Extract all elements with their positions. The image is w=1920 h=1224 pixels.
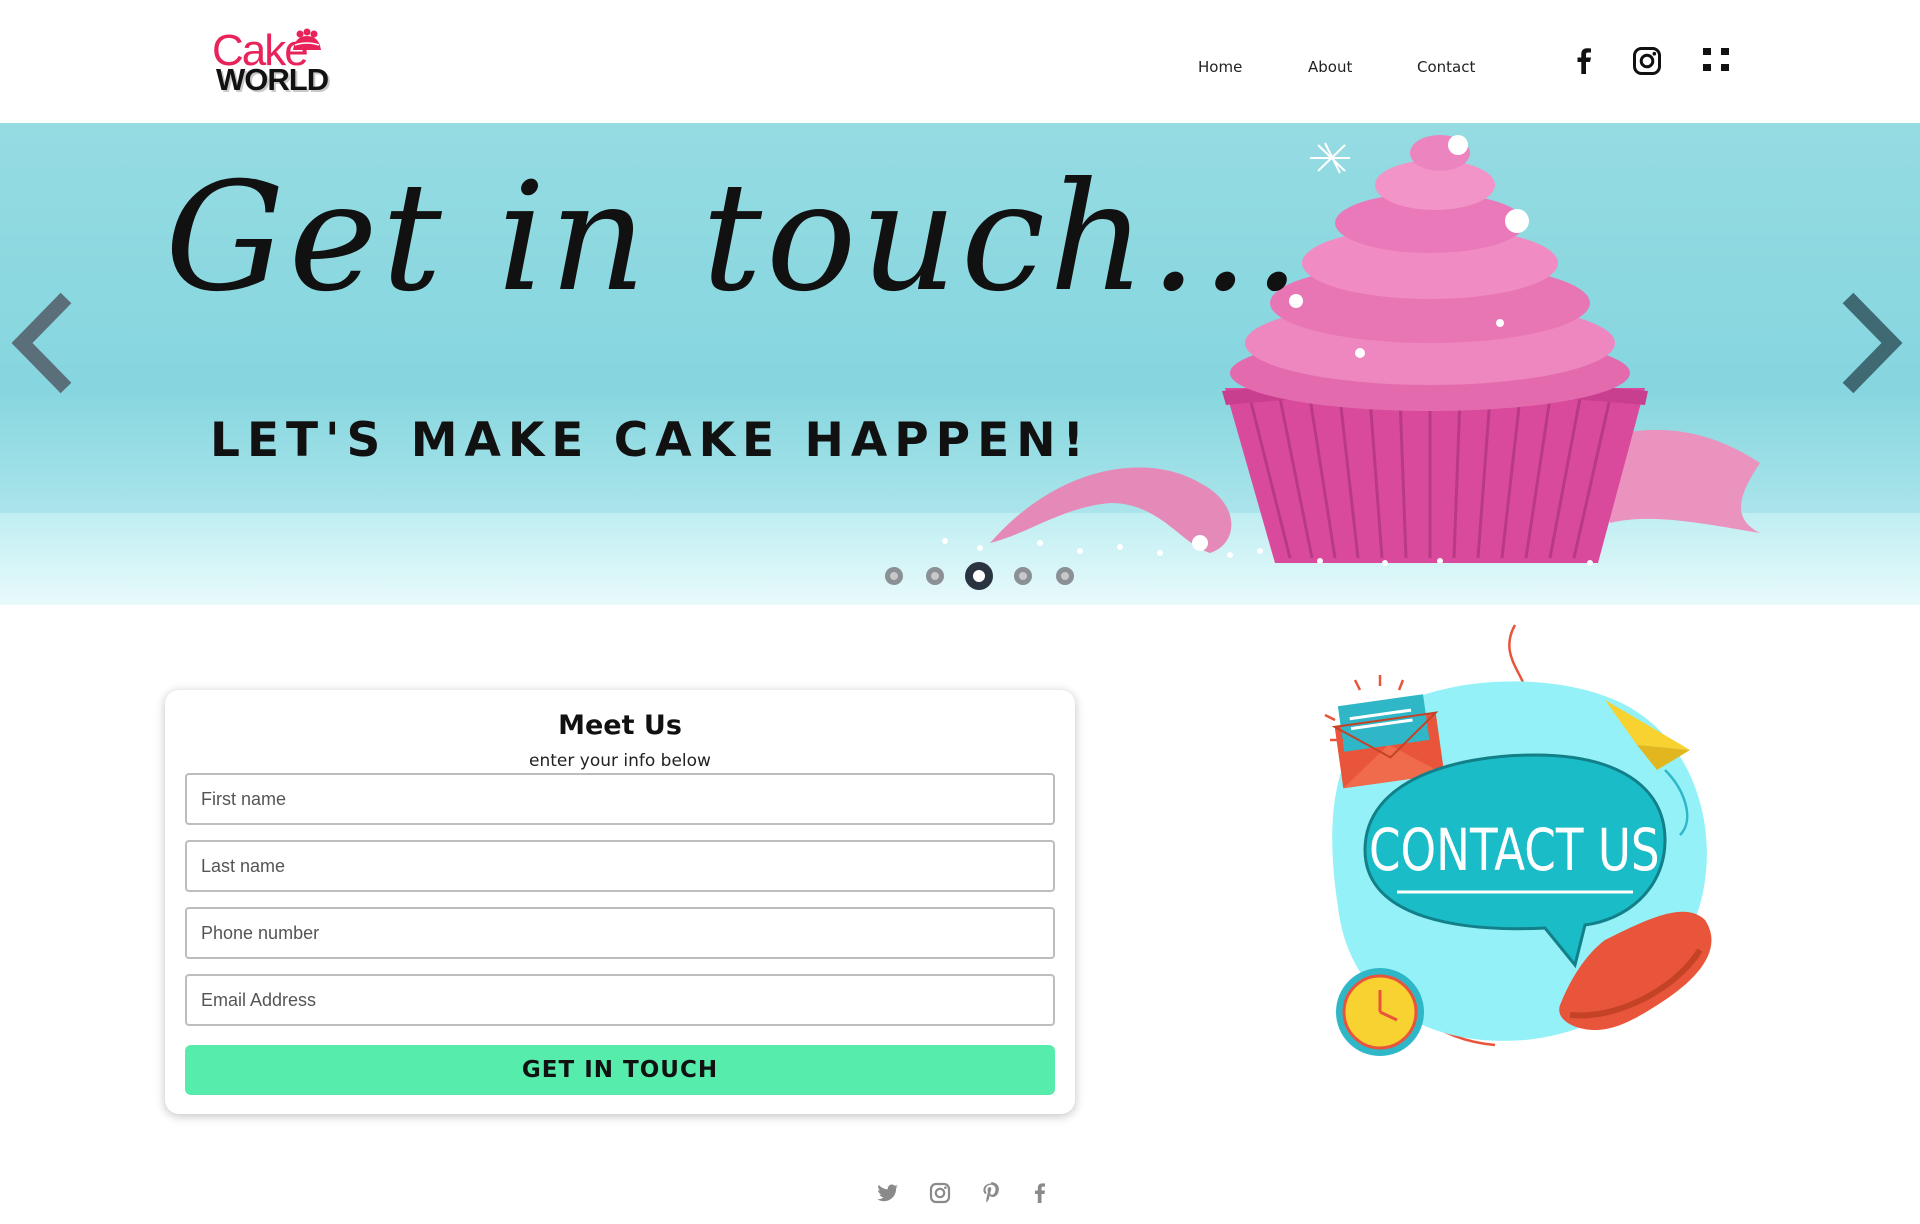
form-title: Meet Us	[558, 710, 682, 741]
form-subtitle: enter your info below	[529, 751, 711, 771]
hero-subheadline: LET'S MAKE CAKE HAPPEN!	[210, 413, 1091, 468]
phone-number-input[interactable]	[185, 907, 1055, 959]
hero-headline: Get in touch...	[165, 151, 1305, 325]
logo-cake-icon	[293, 28, 321, 50]
contact-form-card: Meet Us enter your info below GET IN TOU…	[165, 690, 1075, 1114]
twitter-icon[interactable]	[875, 1180, 901, 1206]
site-header: Cake WORLD Home About Contact	[0, 0, 1920, 123]
slider-dot-active[interactable]	[965, 562, 993, 590]
footer-social-links	[872, 1180, 1052, 1210]
menu-grid-icon[interactable]	[1699, 44, 1733, 78]
last-name-input[interactable]	[185, 840, 1055, 892]
facebook-icon[interactable]	[1027, 1180, 1053, 1206]
hero-slider: Get in touch... LET'S MAKE CAKE HAPPEN!	[0, 123, 1920, 605]
slider-next-arrow-icon[interactable]	[1836, 288, 1906, 398]
email-address-input[interactable]	[185, 974, 1055, 1026]
contact-us-illustration-text: CONTACT US	[1369, 818, 1660, 885]
cake-world-logo[interactable]: Cake WORLD	[210, 26, 335, 97]
contact-us-illustration: CONTACT US	[1324, 624, 1712, 1056]
slider-dot[interactable]	[1056, 567, 1074, 585]
nav-contact-link[interactable]: Contact	[1417, 58, 1475, 76]
instagram-icon[interactable]	[1630, 44, 1664, 78]
pinterest-icon[interactable]	[978, 1180, 1004, 1206]
slider-dot[interactable]	[926, 567, 944, 585]
slider-dot[interactable]	[885, 567, 903, 585]
nav-about-link[interactable]: About	[1308, 58, 1352, 76]
nav-home-link[interactable]: Home	[1198, 58, 1242, 76]
get-in-touch-button[interactable]: GET IN TOUCH	[185, 1045, 1055, 1095]
slider-pagination	[880, 559, 1080, 590]
facebook-icon[interactable]	[1567, 44, 1601, 78]
instagram-icon[interactable]	[927, 1180, 953, 1206]
first-name-input[interactable]	[185, 773, 1055, 825]
slider-prev-arrow-icon[interactable]	[8, 288, 78, 398]
logo-text-world: WORLD	[216, 62, 329, 97]
slider-dot[interactable]	[1014, 567, 1032, 585]
